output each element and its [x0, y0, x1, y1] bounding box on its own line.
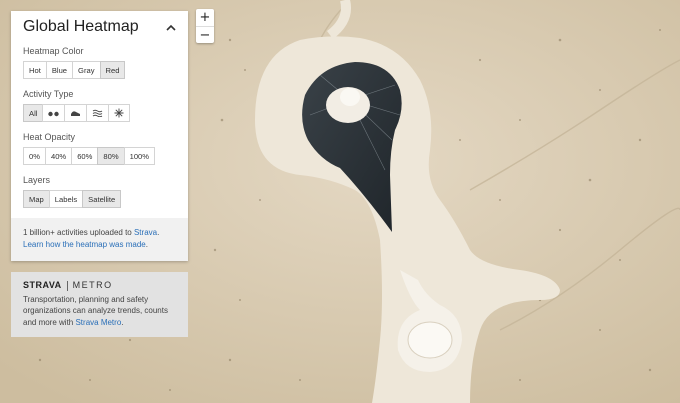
activity-all-button[interactable]: All [23, 104, 44, 122]
opacity-80-button[interactable]: 80% [97, 147, 125, 165]
layer-map-button[interactable]: Map [23, 190, 50, 208]
strava-link[interactable]: Strava [134, 228, 157, 237]
heat-opacity-options: 0% 40% 60% 80% 100% [23, 147, 176, 165]
strava-metro-logo: STRAVA METRO [23, 280, 176, 292]
color-red-button[interactable]: Red [99, 61, 126, 79]
info-period: . [157, 228, 160, 237]
heat-opacity-label: Heat Opacity [23, 132, 76, 142]
heat-opacity-section: Heat Opacity 0% 40% 60% 80% 100% [11, 132, 188, 165]
layer-labels-button[interactable]: Labels [48, 190, 84, 208]
activity-run-button[interactable] [64, 104, 88, 122]
activity-type-label: Activity Type [23, 89, 74, 99]
metro-logo-text: METRO [72, 280, 113, 290]
activity-water-button[interactable] [86, 104, 110, 122]
layers-options: Map Labels Satellite [23, 190, 176, 208]
heatmap-color-options: Hot Blue Gray Red [23, 61, 176, 79]
layers-label: Layers [23, 175, 51, 185]
learn-heatmap-link[interactable]: Learn how the heatmap was made [23, 240, 146, 249]
water-icon [93, 109, 103, 117]
strava-metro-promo: STRAVA METRO Transportation, planning an… [11, 272, 188, 337]
heatmap-color-label: Heatmap Color [23, 46, 84, 56]
learn-period: . [145, 240, 148, 249]
layers-section: Layers Map Labels Satellite [11, 175, 188, 208]
color-gray-button[interactable]: Gray [72, 61, 101, 79]
heatmap-panel: Global Heatmap Heatmap Color Hot Blue Gr… [11, 11, 188, 261]
zoom-in-button[interactable]: + [196, 9, 214, 26]
opacity-0-button[interactable]: 0% [23, 147, 46, 165]
strava-logo-text: STRAVA [23, 280, 62, 290]
opacity-60-button[interactable]: 60% [71, 147, 99, 165]
info-text: 1 billion+ activities uploaded to [23, 228, 134, 237]
panel-title: Global Heatmap [23, 18, 139, 35]
zoom-control: + − [196, 9, 214, 43]
activity-ride-button[interactable] [42, 104, 66, 122]
activity-type-options: All [23, 104, 176, 122]
color-hot-button[interactable]: Hot [23, 61, 47, 79]
metro-period: . [121, 317, 124, 327]
winter-icon [114, 108, 124, 118]
panel-header: Global Heatmap [11, 11, 188, 45]
logo-divider [66, 280, 68, 291]
opacity-100-button[interactable]: 100% [123, 147, 156, 165]
info-box: 1 billion+ activities uploaded to Strava… [11, 218, 188, 261]
layer-satellite-button[interactable]: Satellite [82, 190, 122, 208]
zoom-out-button[interactable]: − [196, 26, 214, 43]
run-icon [71, 111, 81, 116]
heatmap-color-section: Heatmap Color Hot Blue Gray Red [11, 46, 188, 79]
activity-winter-button[interactable] [108, 104, 131, 122]
bike-icon [48, 111, 60, 117]
opacity-40-button[interactable]: 40% [44, 147, 73, 165]
chevron-up-icon[interactable] [164, 21, 178, 35]
color-blue-button[interactable]: Blue [45, 61, 74, 79]
strava-metro-link[interactable]: Strava Metro [75, 318, 121, 327]
activity-type-section: Activity Type All [11, 89, 188, 122]
